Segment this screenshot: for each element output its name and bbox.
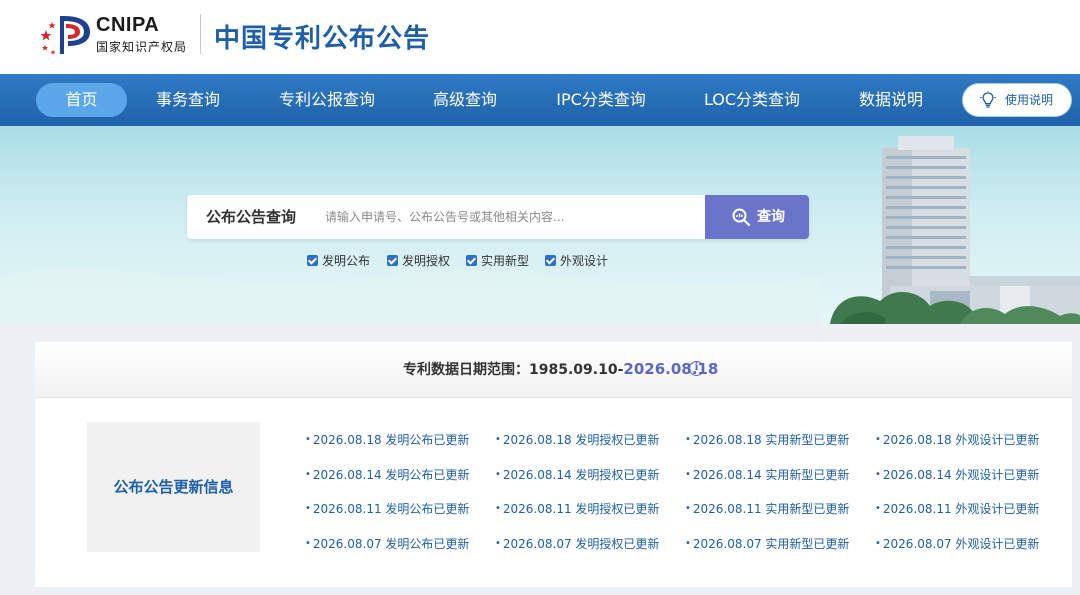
update-link[interactable]: 2026.08.14 发明公布已更新 xyxy=(305,466,470,483)
search-button[interactable]: 查询 xyxy=(705,195,809,239)
update-link[interactable]: 2026.08.18 发明授权已更新 xyxy=(495,431,660,448)
checkbox-checked-icon xyxy=(387,255,398,266)
update-link[interactable]: 2026.08.14 实用新型已更新 xyxy=(685,466,850,483)
nav-item-loc-query[interactable]: LOC分类查询 xyxy=(693,83,811,117)
checkbox-checked-icon xyxy=(466,255,477,266)
search-box: 公布公告查询 查询 xyxy=(187,195,809,239)
nav-item-data-description[interactable]: 数据说明 xyxy=(846,83,936,117)
date-range-prefix: 专利数据日期范围：1985.09.10- xyxy=(403,362,624,378)
search-icon xyxy=(732,208,751,227)
help-button[interactable]: 使用说明 xyxy=(962,83,1072,117)
checkbox-checked-icon xyxy=(307,255,318,266)
header-divider xyxy=(200,14,201,54)
update-link[interactable]: 2026.08.14 发明授权已更新 xyxy=(495,466,660,483)
update-link[interactable]: 2026.08.14 外观设计已更新 xyxy=(875,466,1040,483)
updates-title: 公布公告更新信息 xyxy=(113,478,234,496)
logo-english-text: CNIPA xyxy=(96,14,160,36)
search-banner: 公布公告查询 查询 发明公布 发明授权 实用新型 外 xyxy=(0,126,1080,324)
update-link[interactable]: 2026.08.07 发明公布已更新 xyxy=(305,535,470,552)
update-link[interactable]: 2026.08.07 实用新型已更新 xyxy=(685,535,850,552)
update-link[interactable]: 2026.08.18 实用新型已更新 xyxy=(685,431,850,448)
nav-item-affairs-query[interactable]: 事务查询 xyxy=(143,83,233,117)
cnipa-logo[interactable]: CNIPA 国家知识产权局 xyxy=(38,12,198,56)
search-input[interactable] xyxy=(325,203,695,231)
update-link[interactable]: 2026.08.07 发明授权已更新 xyxy=(495,535,660,552)
search-label: 公布公告查询 xyxy=(206,208,297,226)
checkbox-label: 发明授权 xyxy=(402,254,451,268)
updates-side-panel: 公布公告更新信息 xyxy=(87,422,260,552)
search-button-label: 查询 xyxy=(757,209,785,225)
checkbox-label: 实用新型 xyxy=(481,254,530,268)
date-range-bar: 专利数据日期范围：1985.09.10-2026.08.18 i xyxy=(35,342,1072,398)
nav-item-ipc-query[interactable]: IPC分类查询 xyxy=(545,83,657,117)
checkbox-label: 外观设计 xyxy=(560,254,609,268)
nav-item-gazette-query[interactable]: 专利公报查询 xyxy=(268,83,386,117)
update-link[interactable]: 2026.08.18 外观设计已更新 xyxy=(875,431,1040,448)
cnipa-emblem-icon xyxy=(40,16,90,55)
update-link[interactable]: 2026.08.11 外观设计已更新 xyxy=(875,500,1040,517)
update-link[interactable]: 2026.08.11 实用新型已更新 xyxy=(685,500,850,517)
checkbox-label: 发明公布 xyxy=(322,254,371,268)
main-nav: 首页 事务查询 专利公报查询 高级查询 IPC分类查询 LOC分类查询 数据说明… xyxy=(0,74,1080,126)
info-icon[interactable]: i xyxy=(689,361,704,376)
update-link[interactable]: 2026.08.07 外观设计已更新 xyxy=(875,535,1040,552)
update-card: 专利数据日期范围：1985.09.10-2026.08.18 i 公布公告更新信… xyxy=(35,342,1072,587)
checkbox-checked-icon xyxy=(545,255,556,266)
logo-chinese-text: 国家知识产权局 xyxy=(96,40,188,54)
help-button-label: 使用说明 xyxy=(1005,93,1054,107)
update-link[interactable]: 2026.08.11 发明授权已更新 xyxy=(495,500,660,517)
update-link[interactable]: 2026.08.11 发明公布已更新 xyxy=(305,500,470,517)
site-header: CNIPA 国家知识产权局 中国专利公布公告 xyxy=(0,0,1080,74)
date-range-end: 2026.08.18 xyxy=(623,360,719,378)
nav-item-home[interactable]: 首页 xyxy=(36,83,127,117)
lightbulb-icon xyxy=(980,91,996,108)
nav-item-advanced-query[interactable]: 高级查询 xyxy=(420,83,510,117)
date-range-text: 专利数据日期范围：1985.09.10-2026.08.18 xyxy=(403,359,718,379)
update-link[interactable]: 2026.08.18 发明公布已更新 xyxy=(305,431,470,448)
site-title: 中国专利公布公告 xyxy=(214,24,431,54)
